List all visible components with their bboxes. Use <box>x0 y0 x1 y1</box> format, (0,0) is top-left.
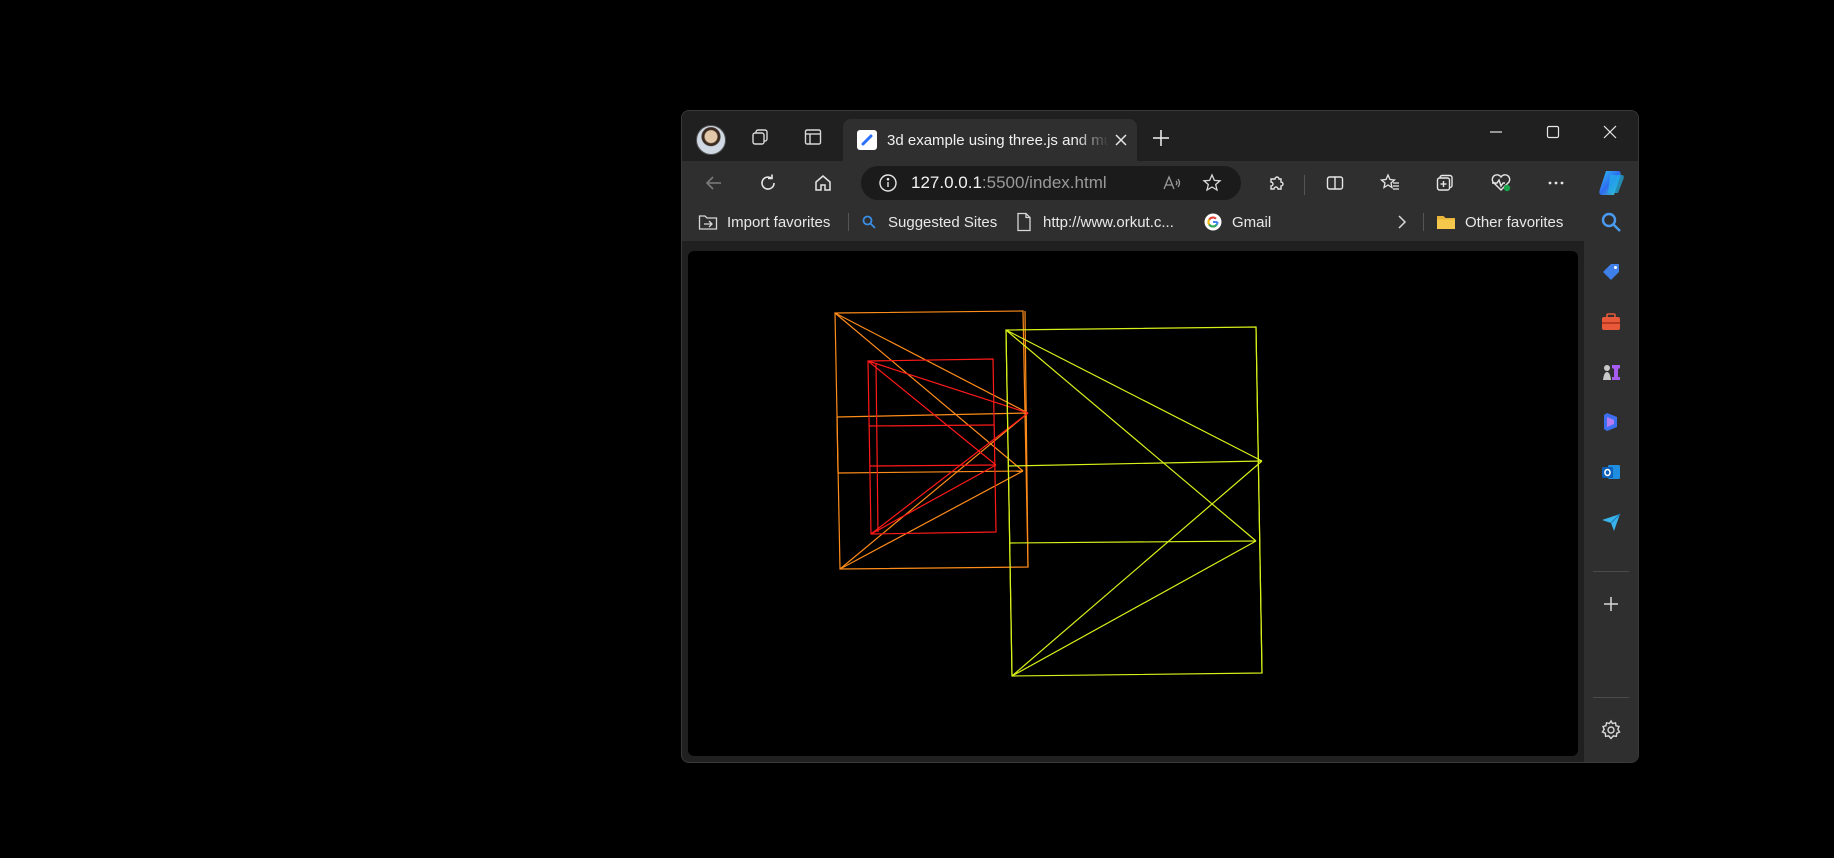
search-icon <box>858 211 880 233</box>
url-host: 127.0.0.1 <box>911 173 982 192</box>
shopping-tag-icon[interactable] <box>1596 257 1626 287</box>
split-screen-icon[interactable] <box>1320 168 1350 198</box>
profile-avatar[interactable] <box>696 125 726 155</box>
orange-wireframe-cube <box>834 310 1029 570</box>
vertical-tabs-icon[interactable] <box>799 123 827 151</box>
import-favorites-icon <box>697 211 719 233</box>
navigation-bar: 127.0.0.1:5500/index.html <box>682 161 1638 203</box>
sidebar-divider <box>1593 571 1629 572</box>
read-aloud-icon[interactable] <box>1161 172 1183 194</box>
favorites-item-suggested-sites[interactable]: Suggested Sites <box>858 210 997 234</box>
site-info-icon[interactable] <box>877 172 899 194</box>
games-chess-icon[interactable] <box>1596 357 1626 387</box>
favorites-item-label: http://www.orkut.c... <box>1043 213 1174 231</box>
three-js-canvas[interactable] <box>688 251 1578 756</box>
url-path: :5500/index.html <box>981 173 1107 192</box>
other-favorites-label: Other favorites <box>1465 213 1564 231</box>
favorites-item-label: Suggested Sites <box>888 213 998 231</box>
active-tab[interactable]: 3d example using three.js and multiple o… <box>843 119 1137 161</box>
settings-gear-icon[interactable] <box>1596 715 1626 745</box>
address-bar[interactable]: 127.0.0.1:5500/index.html <box>861 166 1241 200</box>
tools-briefcase-icon[interactable] <box>1596 307 1626 337</box>
folder-icon <box>1435 211 1457 233</box>
refresh-button[interactable] <box>753 168 783 198</box>
browser-essentials-icon[interactable] <box>1486 168 1516 198</box>
new-tab-button[interactable] <box>1148 125 1174 151</box>
favorites-item-label: Gmail <box>1232 213 1272 231</box>
page-icon <box>1013 211 1035 233</box>
favorites-item-label: Import favorites <box>727 213 831 231</box>
favorites-item-orkut[interactable]: http://www.orkut.c... <box>1013 210 1174 234</box>
send-icon[interactable] <box>1596 507 1626 537</box>
favorites-divider <box>848 213 849 231</box>
tab-title: 3d example using three.js and multiple o… <box>887 131 1109 149</box>
favorites-item-gmail[interactable]: Gmail <box>1202 210 1271 234</box>
extensions-icon[interactable] <box>1261 168 1291 198</box>
minimize-button[interactable] <box>1473 117 1519 147</box>
favorites-item-other[interactable]: Other favorites <box>1435 210 1563 234</box>
title-bar: 3d example using three.js and multiple o… <box>682 111 1638 161</box>
outlook-icon[interactable] <box>1596 457 1626 487</box>
red-wireframe-cube <box>867 358 1029 535</box>
favorites-divider <box>1423 213 1424 231</box>
maximize-button[interactable] <box>1530 117 1576 147</box>
google-icon <box>1202 211 1224 233</box>
more-options-icon[interactable] <box>1541 168 1571 198</box>
microsoft-365-icon[interactable] <box>1596 407 1626 437</box>
right-sidebar <box>1584 203 1638 762</box>
favorites-bar: Import favorites Suggested Sites http://… <box>682 203 1638 241</box>
favorites-icon[interactable] <box>1375 168 1405 198</box>
browser-window: 3d example using three.js and multiple o… <box>681 110 1639 763</box>
close-tab-icon[interactable] <box>1111 130 1131 150</box>
favorites-overflow-chevron-icon[interactable] <box>1394 210 1410 234</box>
home-button[interactable] <box>808 168 838 198</box>
back-button[interactable] <box>699 168 729 198</box>
copilot-icon[interactable] <box>1596 169 1626 197</box>
add-sidebar-app-icon[interactable] <box>1596 589 1626 619</box>
tab-favicon-icon <box>857 130 877 150</box>
close-window-button[interactable] <box>1587 117 1633 147</box>
url-text: 127.0.0.1:5500/index.html <box>911 173 1107 193</box>
toolbar-divider <box>1304 175 1305 195</box>
collections-icon[interactable] <box>1430 168 1460 198</box>
sidebar-divider <box>1593 697 1629 698</box>
yellow-wireframe-cube <box>1005 326 1263 677</box>
favorite-star-icon[interactable] <box>1201 172 1223 194</box>
workspaces-icon[interactable] <box>746 123 774 151</box>
search-icon[interactable] <box>1596 207 1626 237</box>
page-viewport[interactable] <box>688 251 1578 756</box>
favorites-item-import[interactable]: Import favorites <box>697 210 830 234</box>
